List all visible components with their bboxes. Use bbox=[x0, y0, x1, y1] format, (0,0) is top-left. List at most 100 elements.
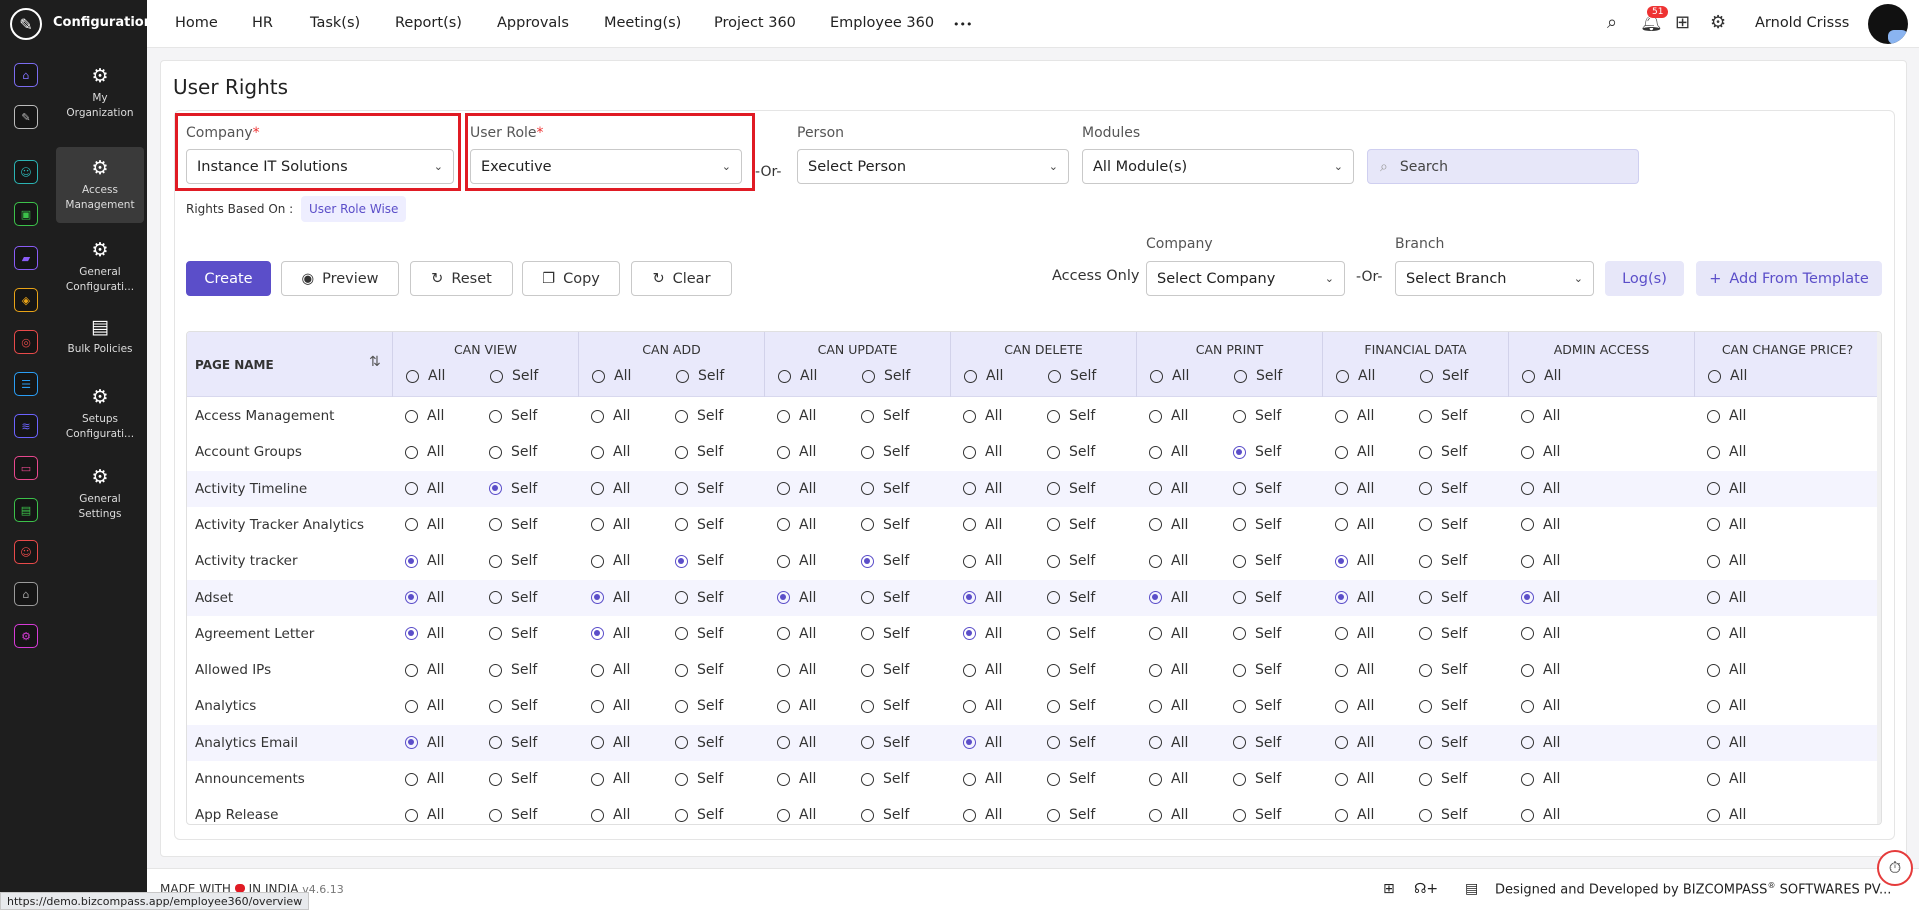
radio-self[interactable]: Self bbox=[1233, 698, 1281, 714]
header-radio-all[interactable]: All bbox=[1150, 368, 1189, 384]
radio-all[interactable]: All bbox=[1335, 553, 1374, 569]
radio-all[interactable]: All bbox=[591, 553, 630, 569]
header-radio-self[interactable]: Self bbox=[1048, 368, 1096, 384]
radio-self[interactable]: Self bbox=[489, 771, 537, 787]
nav-employee-360[interactable]: Employee 360 bbox=[830, 15, 934, 31]
radio-all[interactable]: All bbox=[777, 444, 816, 460]
radio-all[interactable]: All bbox=[591, 590, 630, 606]
radio-all[interactable]: All bbox=[591, 517, 630, 533]
radio-self[interactable]: Self bbox=[489, 444, 537, 460]
radio-self[interactable]: Self bbox=[1047, 662, 1095, 678]
reset-button[interactable]: ↻ Reset bbox=[410, 261, 513, 296]
radio-self[interactable]: Self bbox=[1419, 481, 1467, 497]
nav-more-icon[interactable]: ••• bbox=[953, 18, 972, 31]
radio-self[interactable]: Self bbox=[489, 517, 537, 533]
radio-self[interactable]: Self bbox=[861, 662, 909, 678]
radio-all[interactable]: All bbox=[1707, 698, 1746, 714]
radio-self[interactable]: Self bbox=[1419, 698, 1467, 714]
radio-self[interactable]: Self bbox=[675, 626, 723, 642]
radio-all[interactable]: All bbox=[591, 771, 630, 787]
radio-all[interactable]: All bbox=[1521, 590, 1560, 606]
radio-all[interactable]: All bbox=[777, 626, 816, 642]
radio-all[interactable]: All bbox=[1149, 517, 1188, 533]
radio-self[interactable]: Self bbox=[1047, 698, 1095, 714]
create-button[interactable]: Create bbox=[186, 261, 271, 296]
radio-all[interactable]: All bbox=[1149, 735, 1188, 751]
radio-self[interactable]: Self bbox=[1419, 444, 1467, 460]
radio-all[interactable]: All bbox=[777, 662, 816, 678]
radio-all[interactable]: All bbox=[1707, 626, 1746, 642]
subnav-item-bulk-policies[interactable]: ▤ Bulk Policies bbox=[56, 306, 144, 382]
radio-all[interactable]: All bbox=[777, 517, 816, 533]
nav-hr[interactable]: HR bbox=[252, 15, 273, 31]
radio-all[interactable]: All bbox=[1521, 626, 1560, 642]
radio-all[interactable]: All bbox=[1521, 662, 1560, 678]
radio-all[interactable]: All bbox=[1149, 698, 1188, 714]
chart-icon[interactable]: ≋ bbox=[14, 414, 38, 438]
radio-self[interactable]: Self bbox=[675, 481, 723, 497]
radio-self[interactable]: Self bbox=[1419, 771, 1467, 787]
radio-all[interactable]: All bbox=[405, 517, 444, 533]
radio-self[interactable]: Self bbox=[1047, 517, 1095, 533]
person-select[interactable]: Select Person ⌄ bbox=[797, 149, 1069, 184]
settings-icon[interactable]: ⚙ bbox=[1710, 12, 1726, 33]
doc-icon[interactable]: ▤ bbox=[14, 498, 38, 522]
radio-all[interactable]: All bbox=[777, 735, 816, 751]
avatar[interactable] bbox=[1868, 4, 1908, 44]
nav-project-360[interactable]: Project 360 bbox=[714, 15, 796, 31]
rights-based-on-chip[interactable]: User Role Wise bbox=[301, 196, 407, 222]
copy-button[interactable]: ❐ Copy bbox=[522, 261, 620, 296]
radio-all[interactable]: All bbox=[1149, 771, 1188, 787]
radio-self[interactable]: Self bbox=[861, 590, 909, 606]
radio-all[interactable]: All bbox=[1335, 408, 1374, 424]
radio-all[interactable]: All bbox=[963, 807, 1002, 823]
radio-self[interactable]: Self bbox=[1047, 553, 1095, 569]
building-icon[interactable]: ⌂ bbox=[14, 582, 38, 606]
subnav-item-general-configuration[interactable]: ⚙ General Configurati... bbox=[56, 229, 144, 305]
radio-all[interactable]: All bbox=[1707, 517, 1746, 533]
header-radio-all[interactable]: All bbox=[1708, 368, 1747, 384]
radio-all[interactable]: All bbox=[591, 408, 630, 424]
compass-logo-icon[interactable]: ✎ bbox=[10, 8, 42, 40]
nav-reports[interactable]: Report(s) bbox=[395, 15, 462, 31]
radio-self[interactable]: Self bbox=[489, 590, 537, 606]
sort-icon[interactable]: ⇅ bbox=[369, 354, 381, 370]
radio-self[interactable]: Self bbox=[489, 735, 537, 751]
radio-self[interactable]: Self bbox=[1419, 590, 1467, 606]
table-scrollbar[interactable] bbox=[1877, 332, 1881, 824]
settings-icon[interactable]: ⚙ bbox=[14, 624, 38, 648]
radio-self[interactable]: Self bbox=[675, 590, 723, 606]
target-icon[interactable]: ◎ bbox=[14, 330, 38, 354]
radio-self[interactable]: Self bbox=[1419, 626, 1467, 642]
radio-self[interactable]: Self bbox=[861, 735, 909, 751]
search-input[interactable]: ⌕ Search bbox=[1367, 149, 1639, 184]
radio-self[interactable]: Self bbox=[1047, 481, 1095, 497]
radio-self[interactable]: Self bbox=[1047, 735, 1095, 751]
apps-grid-icon[interactable]: ⊞ bbox=[1675, 12, 1690, 33]
radio-all[interactable]: All bbox=[1707, 662, 1746, 678]
preview-button[interactable]: ◉ Preview bbox=[281, 261, 399, 296]
radio-self[interactable]: Self bbox=[861, 626, 909, 642]
header-radio-all[interactable]: All bbox=[406, 368, 445, 384]
radio-all[interactable]: All bbox=[1521, 517, 1560, 533]
radio-self[interactable]: Self bbox=[1233, 626, 1281, 642]
radio-all[interactable]: All bbox=[1335, 517, 1374, 533]
access-company-select[interactable]: Select Company ⌄ bbox=[1146, 261, 1345, 296]
radio-all[interactable]: All bbox=[777, 771, 816, 787]
radio-all[interactable]: All bbox=[405, 481, 444, 497]
radio-self[interactable]: Self bbox=[1233, 553, 1281, 569]
radio-all[interactable]: All bbox=[963, 590, 1002, 606]
header-radio-self[interactable]: Self bbox=[862, 368, 910, 384]
radio-all[interactable]: All bbox=[591, 444, 630, 460]
radio-all[interactable]: All bbox=[1335, 698, 1374, 714]
radio-all[interactable]: All bbox=[1707, 807, 1746, 823]
radio-self[interactable]: Self bbox=[1047, 807, 1095, 823]
nav-approvals[interactable]: Approvals bbox=[497, 15, 569, 31]
radio-all[interactable]: All bbox=[1335, 626, 1374, 642]
radio-all[interactable]: All bbox=[1521, 698, 1560, 714]
radio-self[interactable]: Self bbox=[489, 626, 537, 642]
radio-self[interactable]: Self bbox=[1233, 517, 1281, 533]
nav-tasks[interactable]: Task(s) bbox=[310, 15, 360, 31]
radio-self[interactable]: Self bbox=[675, 444, 723, 460]
radio-self[interactable]: Self bbox=[675, 771, 723, 787]
